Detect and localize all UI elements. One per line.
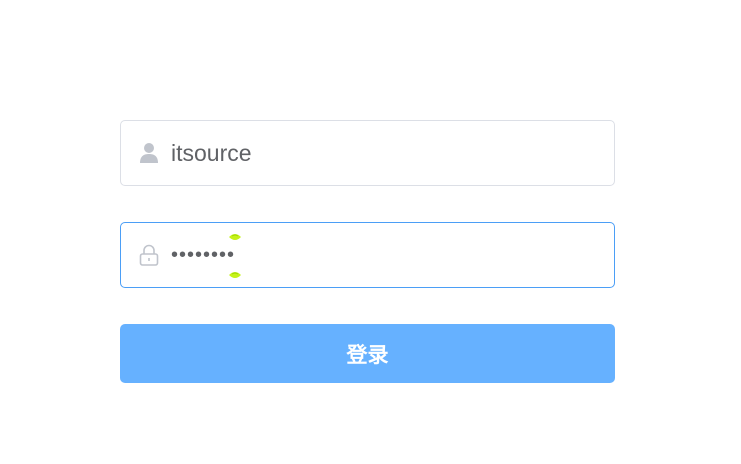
username-field-wrapper [120, 120, 615, 186]
user-icon [139, 142, 159, 164]
lock-icon [139, 244, 159, 266]
login-button[interactable]: 登录 [120, 324, 615, 383]
username-input[interactable] [171, 133, 571, 173]
login-form: 登录 [120, 120, 615, 383]
cursor-marker-icon [229, 234, 241, 278]
password-field-wrapper [120, 222, 615, 288]
